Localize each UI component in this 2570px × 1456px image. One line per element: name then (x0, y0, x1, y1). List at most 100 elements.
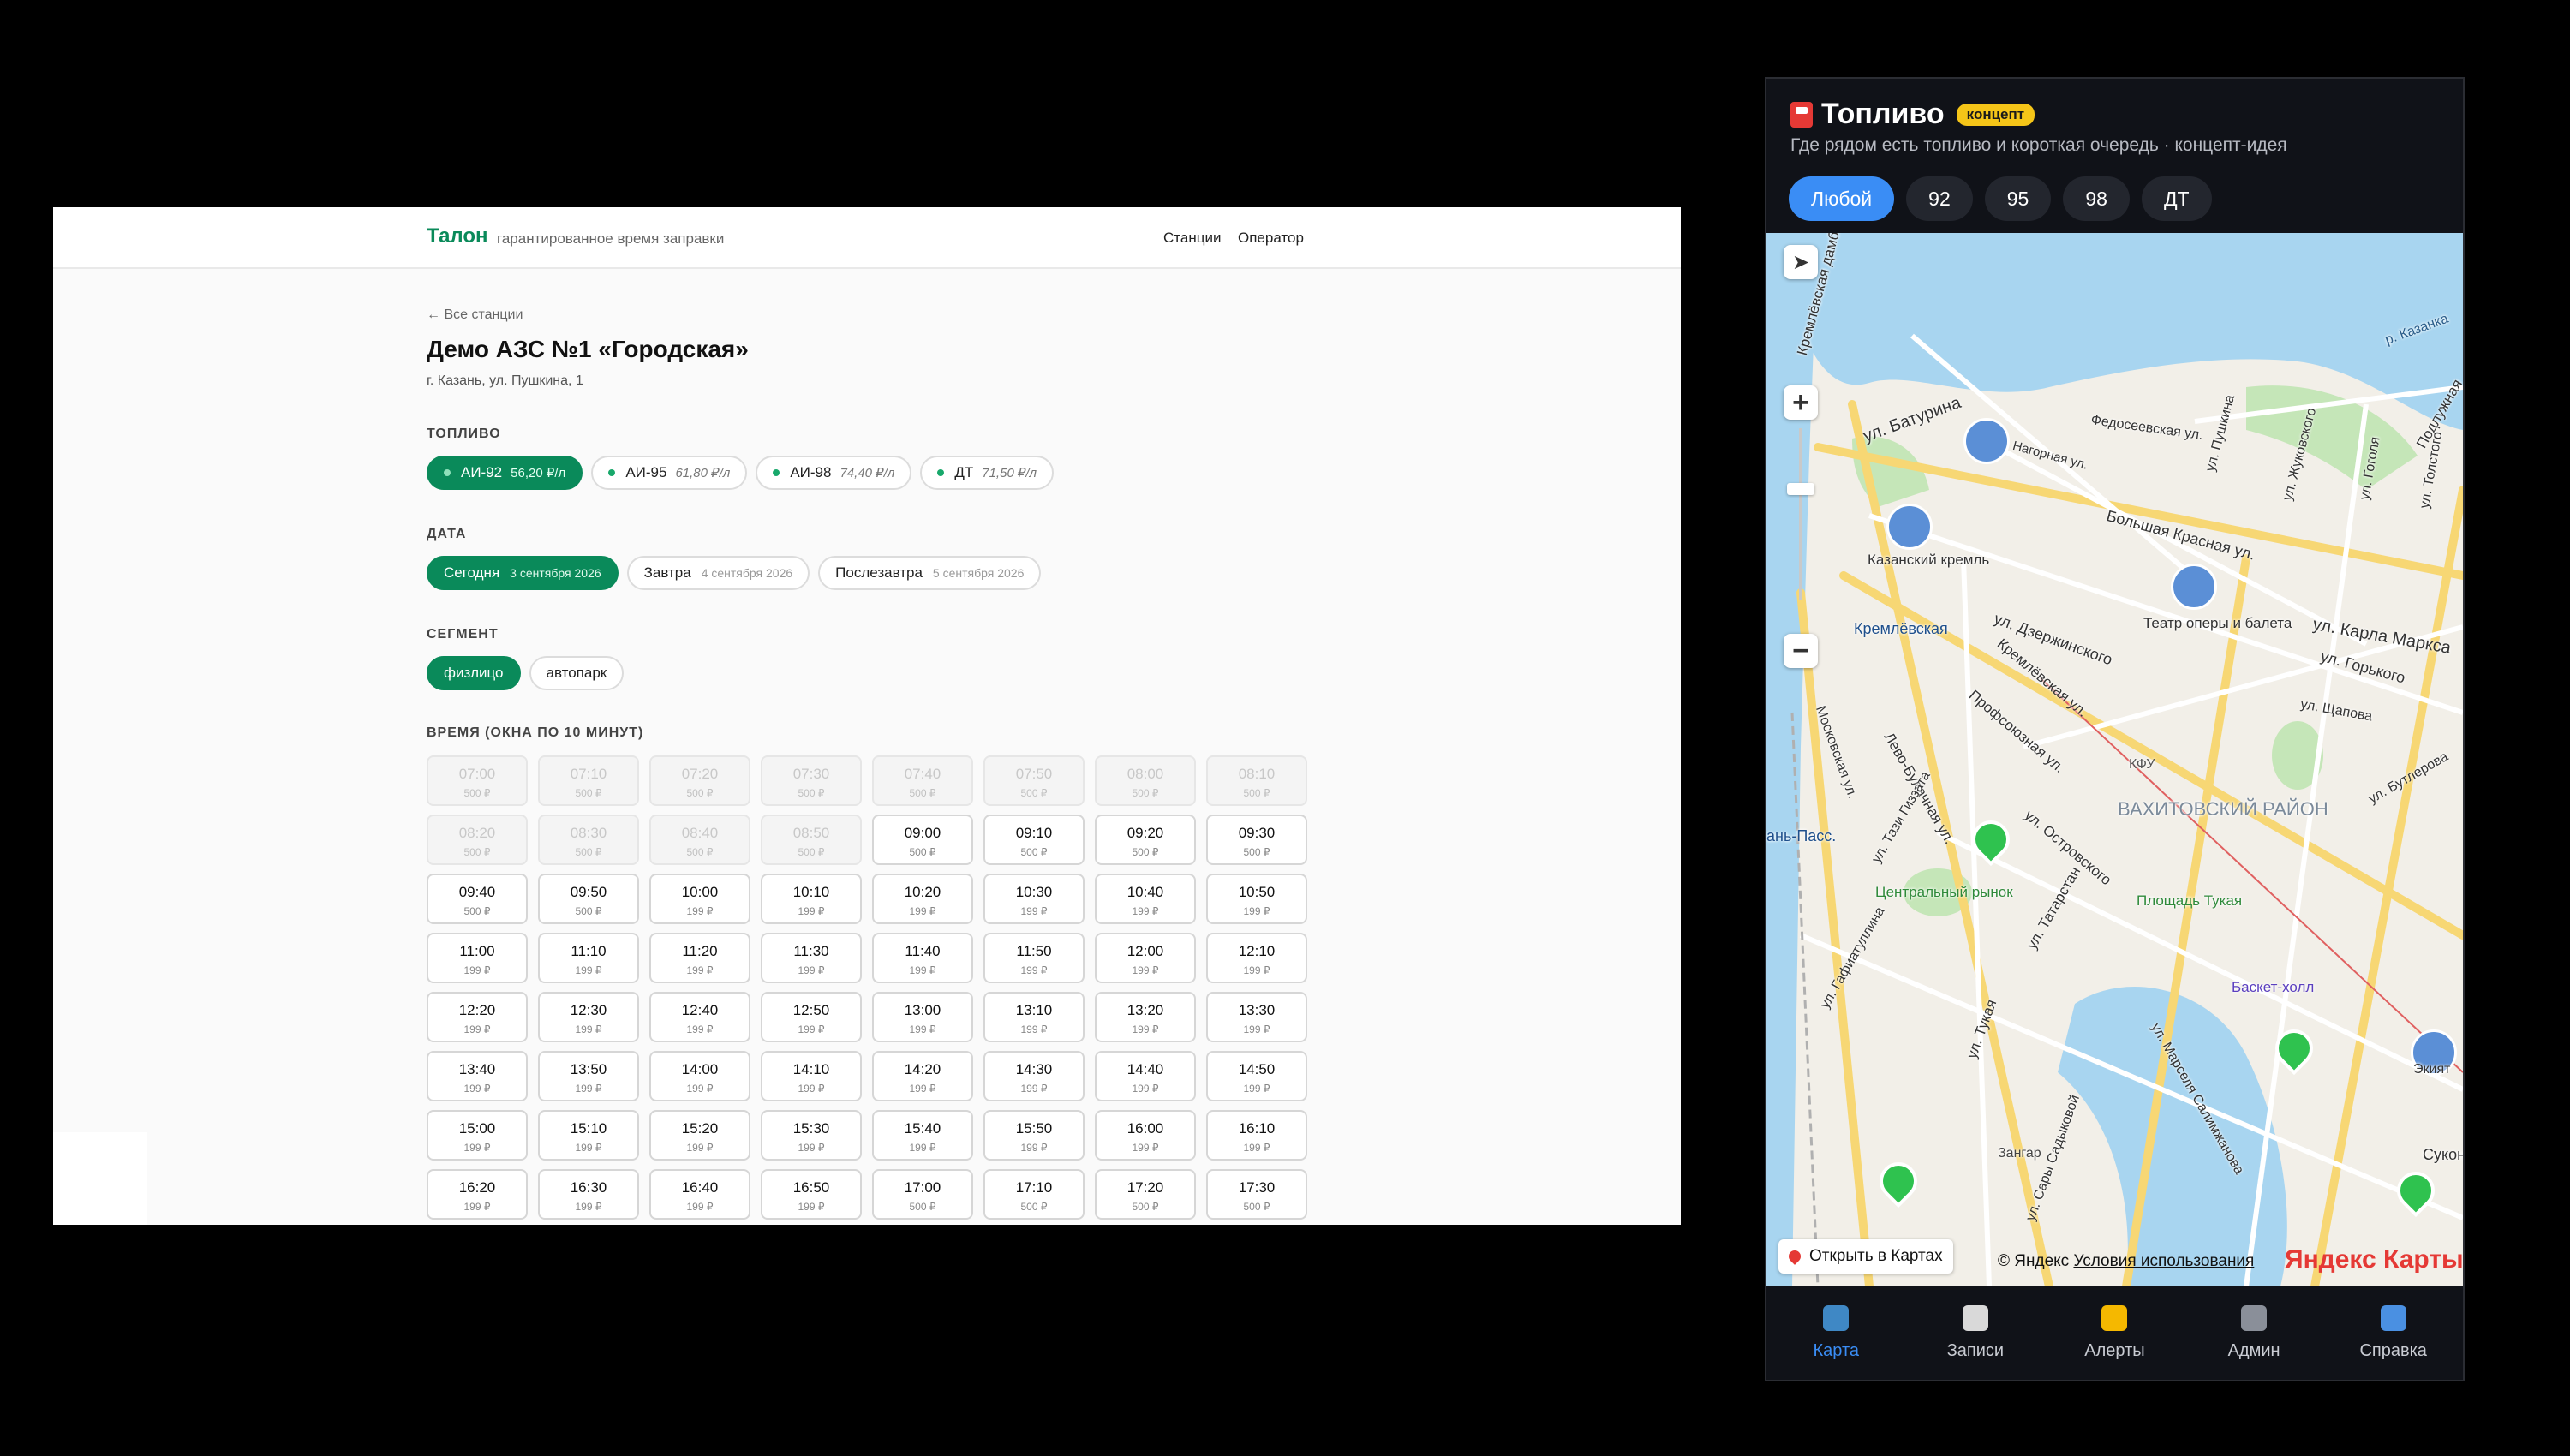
time-slot[interactable]: 16:10 199 ₽ (1206, 1110, 1307, 1161)
time-slot[interactable]: 15:40 199 ₽ (872, 1110, 973, 1161)
time-slot[interactable]: 10:50 199 ₽ (1206, 874, 1307, 924)
time-slot[interactable]: 15:20 199 ₽ (649, 1110, 750, 1161)
terms-link[interactable]: Условия использования (2073, 1252, 2254, 1270)
time-slot[interactable]: 11:50 199 ₽ (983, 933, 1085, 983)
fuel-filter-chip[interactable]: Любой (1789, 176, 1895, 221)
nav-operator-link[interactable]: Оператор (1238, 230, 1304, 247)
back-to-stations-link[interactable]: ← Все станции (427, 307, 523, 323)
time-slot[interactable]: 11:00 199 ₽ (427, 933, 528, 983)
map-view[interactable]: р. Казанка Кремлёвская дамба ул. Батурина Ф… (1766, 233, 2463, 1286)
time-slot[interactable]: 13:20 199 ₽ (1095, 992, 1196, 1042)
time-slot[interactable]: 13:10 199 ₽ (983, 992, 1085, 1042)
tab-info[interactable]: Справка (2323, 1286, 2463, 1380)
theatre-marker[interactable] (2171, 564, 2217, 610)
zoom-out-button[interactable]: − (1784, 634, 1818, 668)
time-slot[interactable]: 11:30 199 ₽ (761, 933, 862, 983)
tab-map[interactable]: Карта (1766, 1286, 1906, 1380)
zoom-slider-handle[interactable] (1787, 483, 1814, 495)
bell-icon (2101, 1305, 2128, 1331)
tab-receipt[interactable]: Записи (1906, 1286, 2046, 1380)
date-chip[interactable]: Завтра 4 сентября 2026 (626, 556, 810, 590)
slot-time: 13:00 (904, 1002, 941, 1018)
time-slot: 07:20 500 ₽ (649, 755, 750, 806)
time-slot[interactable]: 09:50 500 ₽ (538, 874, 639, 924)
fuel-chip[interactable]: ДТ 71,50 ₽/л (920, 456, 1055, 490)
time-slot[interactable]: 12:50 199 ₽ (761, 992, 862, 1042)
time-slot[interactable]: 09:40 500 ₽ (427, 874, 528, 924)
landmark-marker[interactable] (1963, 418, 2010, 464)
fuel-chip[interactable]: АИ-95 61,80 ₽/л (591, 456, 748, 490)
time-slot[interactable]: 14:00 199 ₽ (649, 1051, 750, 1101)
time-slot[interactable]: 10:20 199 ₽ (872, 874, 973, 924)
time-slot[interactable]: 12:10 199 ₽ (1206, 933, 1307, 983)
slot-price: 199 ₽ (686, 1023, 714, 1035)
time-slot[interactable]: 12:30 199 ₽ (538, 992, 639, 1042)
map-label: Казанский кремль (1868, 552, 1990, 568)
time-slot[interactable]: 14:30 199 ₽ (983, 1051, 1085, 1101)
time-slot[interactable]: 17:20 500 ₽ (1095, 1169, 1196, 1220)
time-slot[interactable]: 13:40 199 ₽ (427, 1051, 528, 1101)
time-slot[interactable]: 12:00 199 ₽ (1095, 933, 1196, 983)
time-slot[interactable]: 16:00 199 ₽ (1095, 1110, 1196, 1161)
time-slot[interactable]: 09:30 500 ₽ (1206, 815, 1307, 865)
time-slot[interactable]: 11:20 199 ₽ (649, 933, 750, 983)
time-slot[interactable]: 14:40 199 ₽ (1095, 1051, 1196, 1101)
info-icon (2380, 1305, 2406, 1331)
nav-stations-link[interactable]: Станции (1163, 230, 1221, 247)
time-slot[interactable]: 15:00 199 ₽ (427, 1110, 528, 1161)
kremlin-marker[interactable] (1886, 504, 1933, 550)
time-slot[interactable]: 11:10 199 ₽ (538, 933, 639, 983)
zoom-slider-track[interactable] (1799, 428, 1802, 600)
segment-chip[interactable]: автопарк (529, 656, 625, 690)
time-slot[interactable]: 16:50 199 ₽ (761, 1169, 862, 1220)
segment-chip[interactable]: физлицо (427, 656, 521, 690)
time-slot[interactable]: 17:00 500 ₽ (872, 1169, 973, 1220)
time-slot[interactable]: 16:20 199 ₽ (427, 1169, 528, 1220)
fuel-name: АИ-92 (461, 464, 503, 480)
time-slot[interactable]: 10:40 199 ₽ (1095, 874, 1196, 924)
time-slot[interactable]: 13:50 199 ₽ (538, 1051, 639, 1101)
open-in-maps-button[interactable]: Открыть в Картах (1778, 1239, 1953, 1274)
fuel-chip[interactable]: АИ-98 74,40 ₽/л (756, 456, 912, 490)
time-slot: 07:40 500 ₽ (872, 755, 973, 806)
time-slot[interactable]: 15:50 199 ₽ (983, 1110, 1085, 1161)
tab-admin[interactable]: Админ (2184, 1286, 2324, 1380)
time-slot[interactable]: 14:10 199 ₽ (761, 1051, 862, 1101)
slot-time: 15:30 (792, 1120, 830, 1137)
time-slot[interactable]: 14:50 199 ₽ (1206, 1051, 1307, 1101)
time-slot[interactable]: 12:20 199 ₽ (427, 992, 528, 1042)
time-slot[interactable]: 13:30 199 ₽ (1206, 992, 1307, 1042)
time-slot[interactable]: 10:10 199 ₽ (761, 874, 862, 924)
time-slot[interactable]: 17:30 500 ₽ (1206, 1169, 1307, 1220)
time-slot[interactable]: 09:10 500 ₽ (983, 815, 1085, 865)
date-options: Сегодня 3 сентября 2026 Завтра 4 сентября 2… (427, 556, 1042, 590)
date-chip[interactable]: Сегодня 3 сентября 2026 (427, 556, 619, 590)
time-slot[interactable]: 13:00 199 ₽ (872, 992, 973, 1042)
time-slot[interactable]: 15:10 199 ₽ (538, 1110, 639, 1161)
fuel-chip[interactable]: АИ-92 56,20 ₽/л (427, 456, 583, 490)
map-pin-icon (1786, 1248, 1803, 1265)
time-slot[interactable]: 09:00 500 ₽ (872, 815, 973, 865)
date-chip[interactable]: Послезавтра 5 сентября 2026 (818, 556, 1042, 590)
fuel-filter-chip[interactable]: ДТ (2141, 176, 2212, 221)
time-slot[interactable]: 12:40 199 ₽ (649, 992, 750, 1042)
fuel-filter-chip[interactable]: 92 (1906, 176, 1973, 221)
time-slot[interactable]: 09:20 500 ₽ (1095, 815, 1196, 865)
fuel-filter-chip[interactable]: 95 (1984, 176, 2052, 221)
brand-logo[interactable]: Талон (427, 224, 488, 248)
fuel-filter-chip[interactable]: 98 (2063, 176, 2130, 221)
time-slot[interactable]: 15:30 199 ₽ (761, 1110, 862, 1161)
time-slot[interactable]: 16:30 199 ₽ (538, 1169, 639, 1220)
time-slot[interactable]: 16:40 199 ₽ (649, 1169, 750, 1220)
locate-me-button[interactable]: ➤ (1784, 245, 1818, 279)
time-slot[interactable]: 14:20 199 ₽ (872, 1051, 973, 1101)
tab-bell[interactable]: Алерты (2045, 1286, 2184, 1380)
time-slot[interactable]: 10:00 199 ₽ (649, 874, 750, 924)
zoom-in-button[interactable]: + (1784, 385, 1818, 420)
time-slot[interactable]: 10:30 199 ₽ (983, 874, 1085, 924)
slot-price: 199 ₽ (686, 1083, 714, 1095)
slot-price: 199 ₽ (798, 964, 825, 976)
time-slot[interactable]: 11:40 199 ₽ (872, 933, 973, 983)
yandex-maps-logo[interactable]: Яндекс Карты (2285, 1245, 2463, 1274)
time-slot[interactable]: 17:10 500 ₽ (983, 1169, 1085, 1220)
